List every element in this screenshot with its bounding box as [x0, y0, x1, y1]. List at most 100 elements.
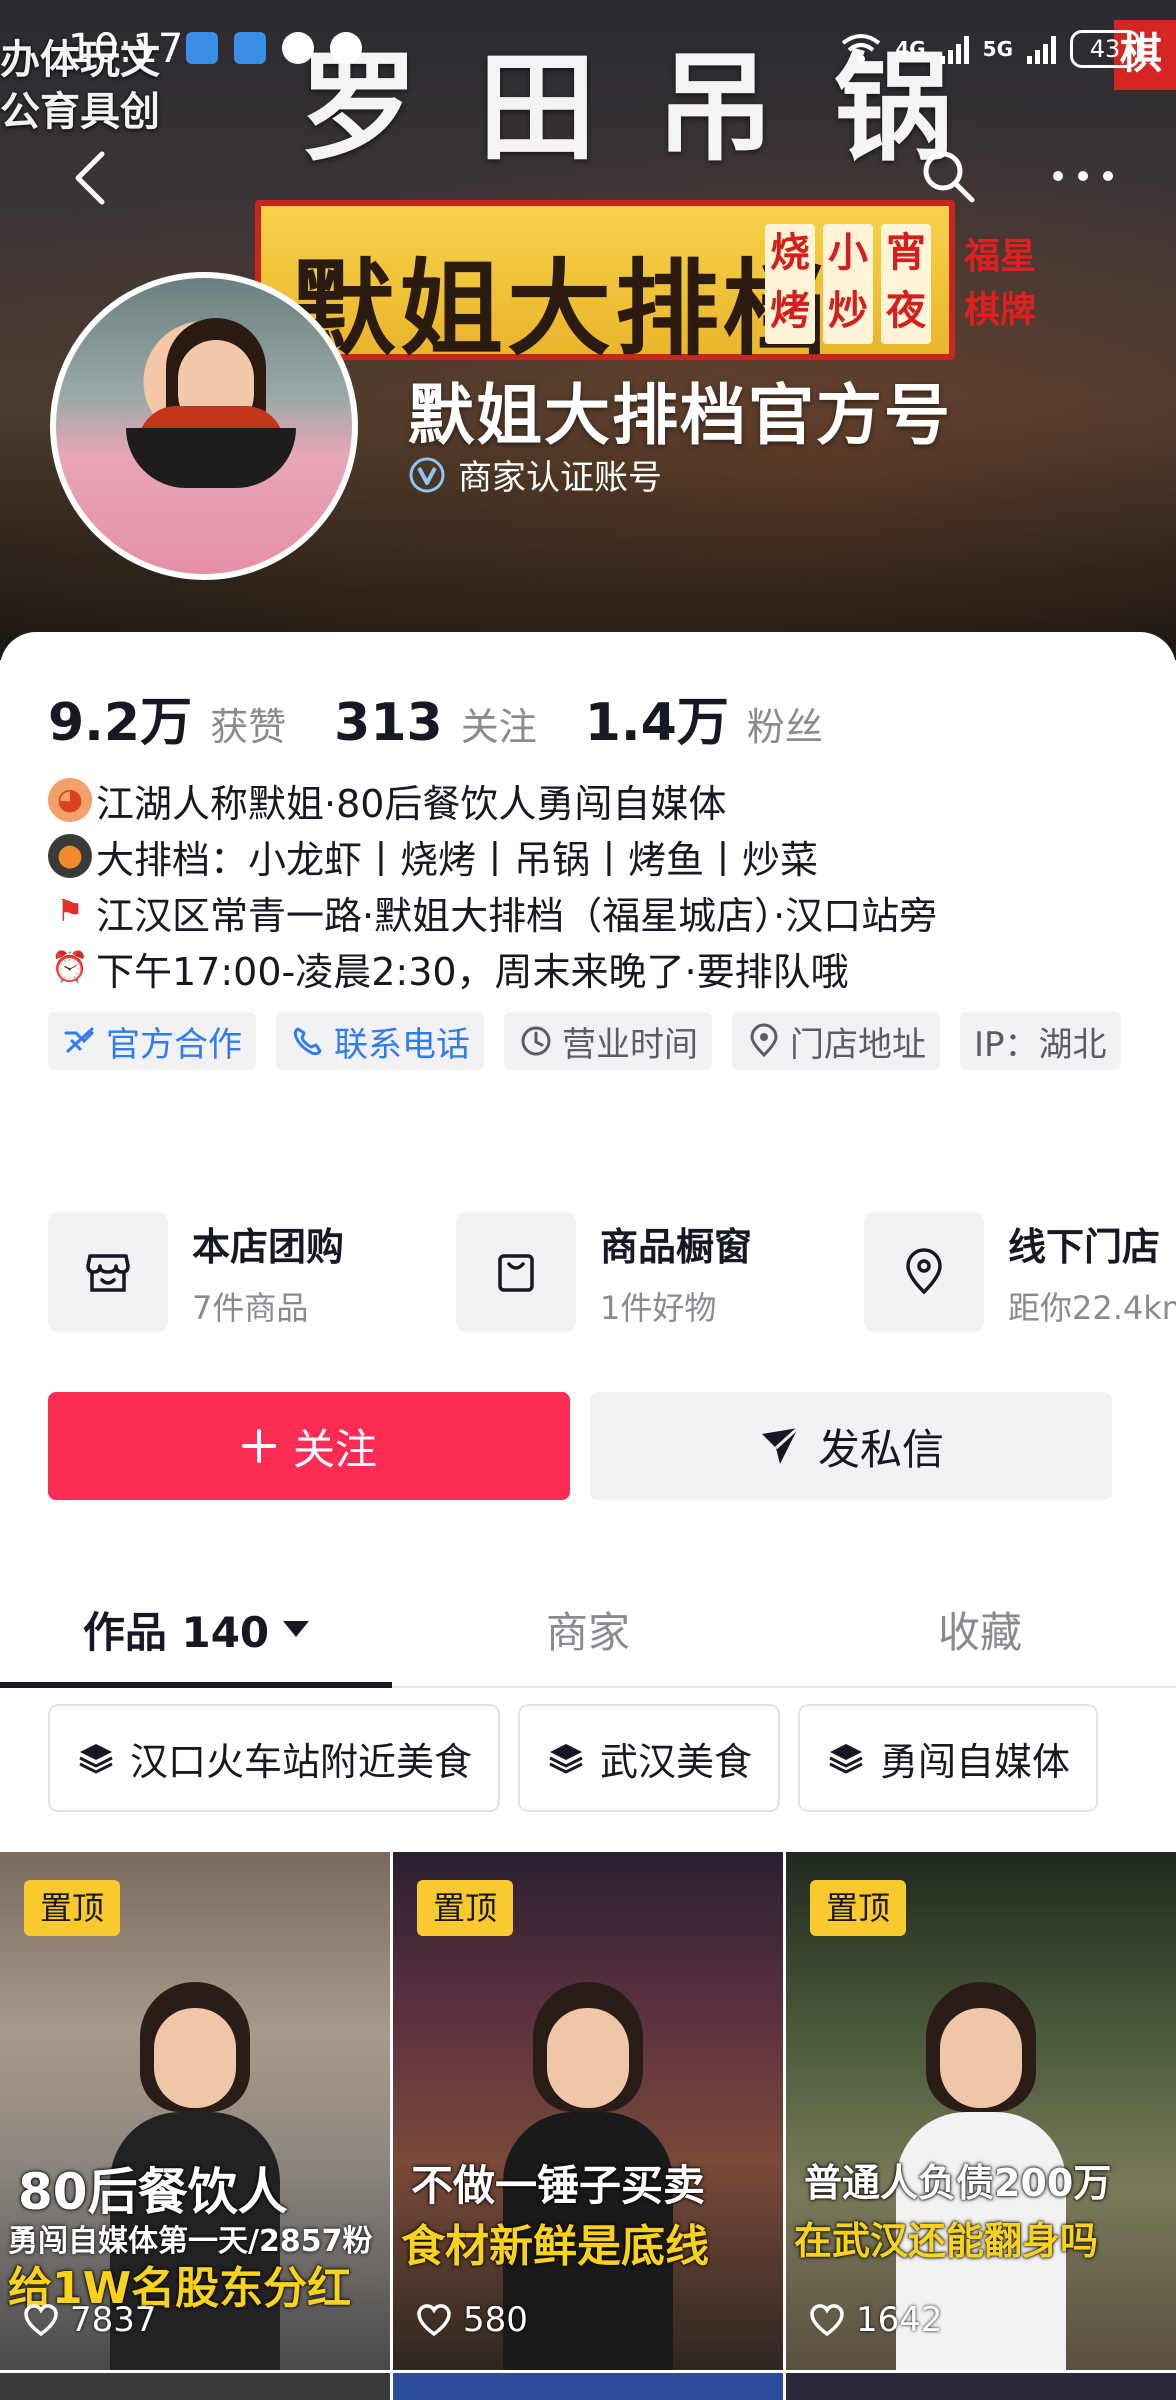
- signal-bars-icon: [939, 34, 969, 64]
- flag-emoji-icon: ⚑: [56, 894, 84, 929]
- bio-text: 大排档：小龙虾丨烧烤丨吊锅丨烤鱼丨炒菜: [96, 837, 819, 882]
- bio-line: ◕ 江湖人称默姐·80后餐饮人勇闯自媒体: [48, 772, 937, 828]
- collection-chip[interactable]: 武汉美食: [518, 1704, 781, 1812]
- banner-side-tag: 宵夜: [881, 224, 931, 344]
- location-pin-icon: [906, 1248, 942, 1295]
- like-count: 1642: [856, 2300, 943, 2340]
- action-buttons: 关注 发私信: [48, 1392, 1112, 1500]
- offline-store-entry[interactable]: 线下门店 距你22.4km: [864, 1212, 1176, 1332]
- service-subtitle: 1件好物: [600, 1288, 717, 1327]
- info-tags: 官方合作 联系电话 营业时间 门店地址 IP：湖北: [48, 1012, 1148, 1070]
- service-title: 本店团购: [192, 1224, 345, 1269]
- bio-text: 江汉区常青一路·默姐大排档（福星城店）·汉口站旁: [96, 893, 938, 938]
- caret-down-icon: [283, 1621, 310, 1637]
- ip-location-tag: IP：湖北: [960, 1012, 1121, 1070]
- store-address-tag[interactable]: 门店地址: [732, 1012, 940, 1070]
- store-icon: [86, 1254, 130, 1292]
- tab-works[interactable]: 作品 140: [0, 1572, 392, 1688]
- tag-label: 门店地址: [790, 1024, 926, 1065]
- chip-label: 汉口火车站附近美食: [130, 1739, 473, 1784]
- send-icon: [761, 1426, 799, 1464]
- next-video-row: [0, 2373, 1176, 2400]
- profile-card: 9.2万 获赞 313 关注 1.4万 粉丝 ◕ 江湖人称默姐·80后餐饮人勇闯…: [0, 632, 1176, 2400]
- paella-emoji-icon: ●: [48, 834, 92, 878]
- avatar-bowl: [126, 428, 296, 488]
- app-notification-icon: [234, 32, 266, 64]
- signal-label-2: 5G: [982, 37, 1013, 61]
- collection-chip[interactable]: 汉口火车站附近美食: [48, 1704, 501, 1812]
- video-thumbnail-partial[interactable]: [393, 2373, 783, 2400]
- banner-main-text: 默姐大排档: [291, 248, 832, 370]
- status-bar: 10:17 4G 5G 43: [0, 0, 1176, 96]
- collection-chip[interactable]: 勇闯自媒体: [798, 1704, 1099, 1812]
- wifi-icon: [842, 34, 881, 63]
- stat-label: 获赞: [210, 705, 287, 749]
- banner-side-tag: 小炒: [823, 224, 873, 344]
- shopping-bag-icon: [498, 1254, 534, 1292]
- tab-label: 商家: [545, 1607, 630, 1657]
- profile-page: 办体玩文 公育具创 罗田吊锅 棋 默姐大排档 烧烤 小炒 宵夜 福星棋牌 10:…: [0, 0, 1176, 2400]
- service-text: 本店团购 7件商品: [192, 1216, 344, 1329]
- verification-row[interactable]: 商家认证账号: [408, 450, 662, 499]
- stat-followers[interactable]: 1.4万 粉丝: [585, 680, 823, 755]
- signal-bars-icon: [1027, 34, 1056, 64]
- video-thumbnail[interactable]: 置顶 80后餐饮人 勇闯自媒体第一天/2857粉 给1W名股东分红 7837: [0, 1852, 390, 2370]
- send-message-button[interactable]: 发私信: [590, 1392, 1112, 1500]
- stat-label: 粉丝: [746, 705, 823, 749]
- follow-button[interactable]: 关注: [48, 1392, 570, 1500]
- alarm-icon: [282, 32, 314, 64]
- heart-icon: [417, 2304, 451, 2337]
- official-cooperation-tag[interactable]: 官方合作: [48, 1012, 256, 1070]
- stat-number: 313: [334, 693, 443, 753]
- chip-label: 武汉美食: [600, 1739, 753, 1784]
- search-icon[interactable]: [918, 146, 978, 206]
- battery-icon: 43: [1070, 30, 1140, 68]
- service-subtitle: 7件商品: [192, 1288, 309, 1327]
- bio-text: 江湖人称默姐·80后餐饮人勇闯自媒体: [96, 781, 727, 826]
- video-caption-title: 80后餐饮人: [18, 2163, 288, 2221]
- video-likes: 580: [415, 2300, 528, 2340]
- stat-likes[interactable]: 9.2万 获赞: [48, 680, 286, 755]
- bio-line: ⏰ 下午17:00-凌晨2:30，周末来晚了·要排队哦: [48, 940, 937, 996]
- alarm-clock-emoji-icon: ⏰: [51, 950, 89, 985]
- tag-label: IP：湖北: [974, 1024, 1107, 1065]
- back-arrow-icon[interactable]: [70, 148, 110, 208]
- stat-number: 9.2万: [48, 693, 193, 753]
- plus-icon: [241, 1429, 276, 1463]
- product-showcase-entry[interactable]: 商品橱窗 1件好物: [456, 1212, 864, 1332]
- handshake-icon: [64, 1027, 94, 1053]
- tab-favorites[interactable]: 收藏: [784, 1572, 1176, 1686]
- like-count: 7837: [70, 2300, 157, 2340]
- contact-phone-tag[interactable]: 联系电话: [276, 1012, 484, 1070]
- layers-icon: [549, 1744, 583, 1774]
- content-tabs: 作品 140 商家 收藏: [0, 1572, 1176, 1688]
- follow-label: 关注: [292, 1424, 377, 1474]
- stat-following[interactable]: 313 关注: [334, 693, 537, 753]
- cover-banner: 默姐大排档 烧烤 小炒 宵夜: [255, 200, 955, 370]
- collection-chips: 汉口火车站附近美食 武汉美食 勇闯自媒体: [48, 1704, 1176, 1812]
- banner-side-tag: 烧烤: [765, 224, 815, 344]
- tab-label: 收藏: [937, 1607, 1022, 1657]
- tab-label: 作品 140: [82, 1607, 270, 1657]
- bio: ◕ 江湖人称默姐·80后餐饮人勇闯自媒体 ● 大排档：小龙虾丨烧烤丨吊锅丨烤鱼丨…: [48, 772, 937, 996]
- pinned-badge: 置顶: [810, 1880, 907, 1936]
- video-thumbnail[interactable]: 置顶 不做一锤子买卖 食材新鲜是底线 580: [393, 1852, 783, 2370]
- video-caption-highlight: 食材新鲜是底线: [401, 2221, 709, 2272]
- bio-line: ● 大排档：小龙虾丨烧烤丨吊锅丨烤鱼丨炒菜: [48, 828, 937, 884]
- bag-icon-box: [456, 1212, 576, 1332]
- chip-label: 勇闯自媒体: [880, 1739, 1071, 1784]
- business-hours-tag[interactable]: 营业时间: [504, 1012, 712, 1070]
- service-title: 线下门店: [1008, 1224, 1161, 1269]
- tab-merchant[interactable]: 商家: [392, 1572, 784, 1686]
- video-thumbnail-partial[interactable]: [786, 2373, 1176, 2400]
- avatar[interactable]: [50, 272, 358, 580]
- services-row: 本店团购 7件商品 商品橱窗 1件好物 线下门店 距你22.4km: [48, 1212, 1176, 1332]
- mobile-app-icon: [186, 32, 218, 64]
- video-thumbnail[interactable]: 置顶 普通人负债200万 在武汉还能翻身吗 1642: [786, 1852, 1176, 2370]
- service-text: 商品橱窗 1件好物: [600, 1216, 752, 1329]
- service-title: 商品橱窗: [600, 1224, 753, 1269]
- pinned-badge: 置顶: [417, 1880, 514, 1936]
- more-options-icon[interactable]: [1048, 156, 1118, 196]
- group-buy-entry[interactable]: 本店团购 7件商品: [48, 1212, 456, 1332]
- video-thumbnail-partial[interactable]: [0, 2373, 390, 2400]
